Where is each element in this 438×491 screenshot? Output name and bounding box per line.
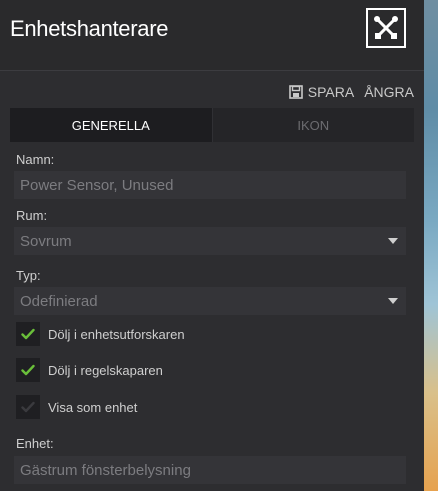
name-placeholder: Power Sensor, Unused [20, 176, 174, 194]
hide-in-rule-creator-checkbox-row[interactable]: Dölj i regelskaparen [16, 358, 163, 382]
type-value: Odefinierad [20, 292, 98, 310]
room-value: Sovrum [20, 232, 72, 250]
unit-field[interactable]: Gästrum fönsterbelysning [14, 456, 406, 484]
show-as-device-label: Visa som enhet [48, 399, 138, 415]
room-select[interactable]: Sovrum [14, 227, 406, 255]
panel-header: Enhetshanterare [0, 0, 424, 71]
hide-in-rule-creator-checkbox[interactable] [16, 358, 40, 382]
action-bar: SPARA ÅNGRA [288, 84, 414, 100]
tab-icon-label: IKON [297, 117, 330, 133]
show-as-device-checkbox-row[interactable]: Visa som enhet [16, 395, 137, 419]
tools-button[interactable] [366, 8, 406, 48]
floppy-disk-icon [288, 85, 303, 99]
tab-bar: GENERELLA IKON [10, 108, 414, 142]
hide-in-explorer-label: Dölj i enhetsutforskaren [48, 326, 185, 342]
type-label: Typ: [16, 268, 41, 283]
device-manager-panel: Enhetshanterare SPARA ÅNGRA GENERELLA IK… [0, 0, 424, 491]
tab-icon[interactable]: IKON [211, 108, 415, 142]
hide-in-explorer-checkbox-row[interactable]: Dölj i enhetsutforskaren [16, 322, 185, 346]
checkmark-icon [21, 401, 35, 413]
background-image-strip [424, 0, 438, 491]
tools-cross-icon [374, 16, 398, 39]
unit-label: Enhet: [16, 436, 54, 451]
undo-label: ÅNGRA [364, 84, 414, 100]
unit-value: Gästrum fönsterbelysning [20, 461, 191, 479]
save-label: SPARA [307, 84, 355, 100]
hide-in-rule-creator-label: Dölj i regelskaparen [48, 362, 163, 378]
type-select[interactable]: Odefinierad [14, 287, 406, 315]
tab-general-label: GENERELLA [71, 117, 150, 133]
checkmark-icon [21, 328, 35, 340]
chevron-down-icon [388, 238, 398, 244]
undo-button[interactable]: ÅNGRA [364, 84, 414, 100]
name-field[interactable]: Power Sensor, Unused [14, 171, 406, 199]
room-label: Rum: [16, 208, 48, 223]
tab-general[interactable]: GENERELLA [10, 108, 212, 142]
checkmark-icon [21, 364, 35, 376]
chevron-down-icon [388, 298, 398, 304]
save-button[interactable]: SPARA [288, 84, 355, 100]
hide-in-explorer-checkbox[interactable] [16, 322, 40, 346]
page-title: Enhetshanterare [10, 16, 169, 41]
name-label: Namn: [16, 152, 55, 167]
show-as-device-checkbox[interactable] [16, 395, 40, 419]
